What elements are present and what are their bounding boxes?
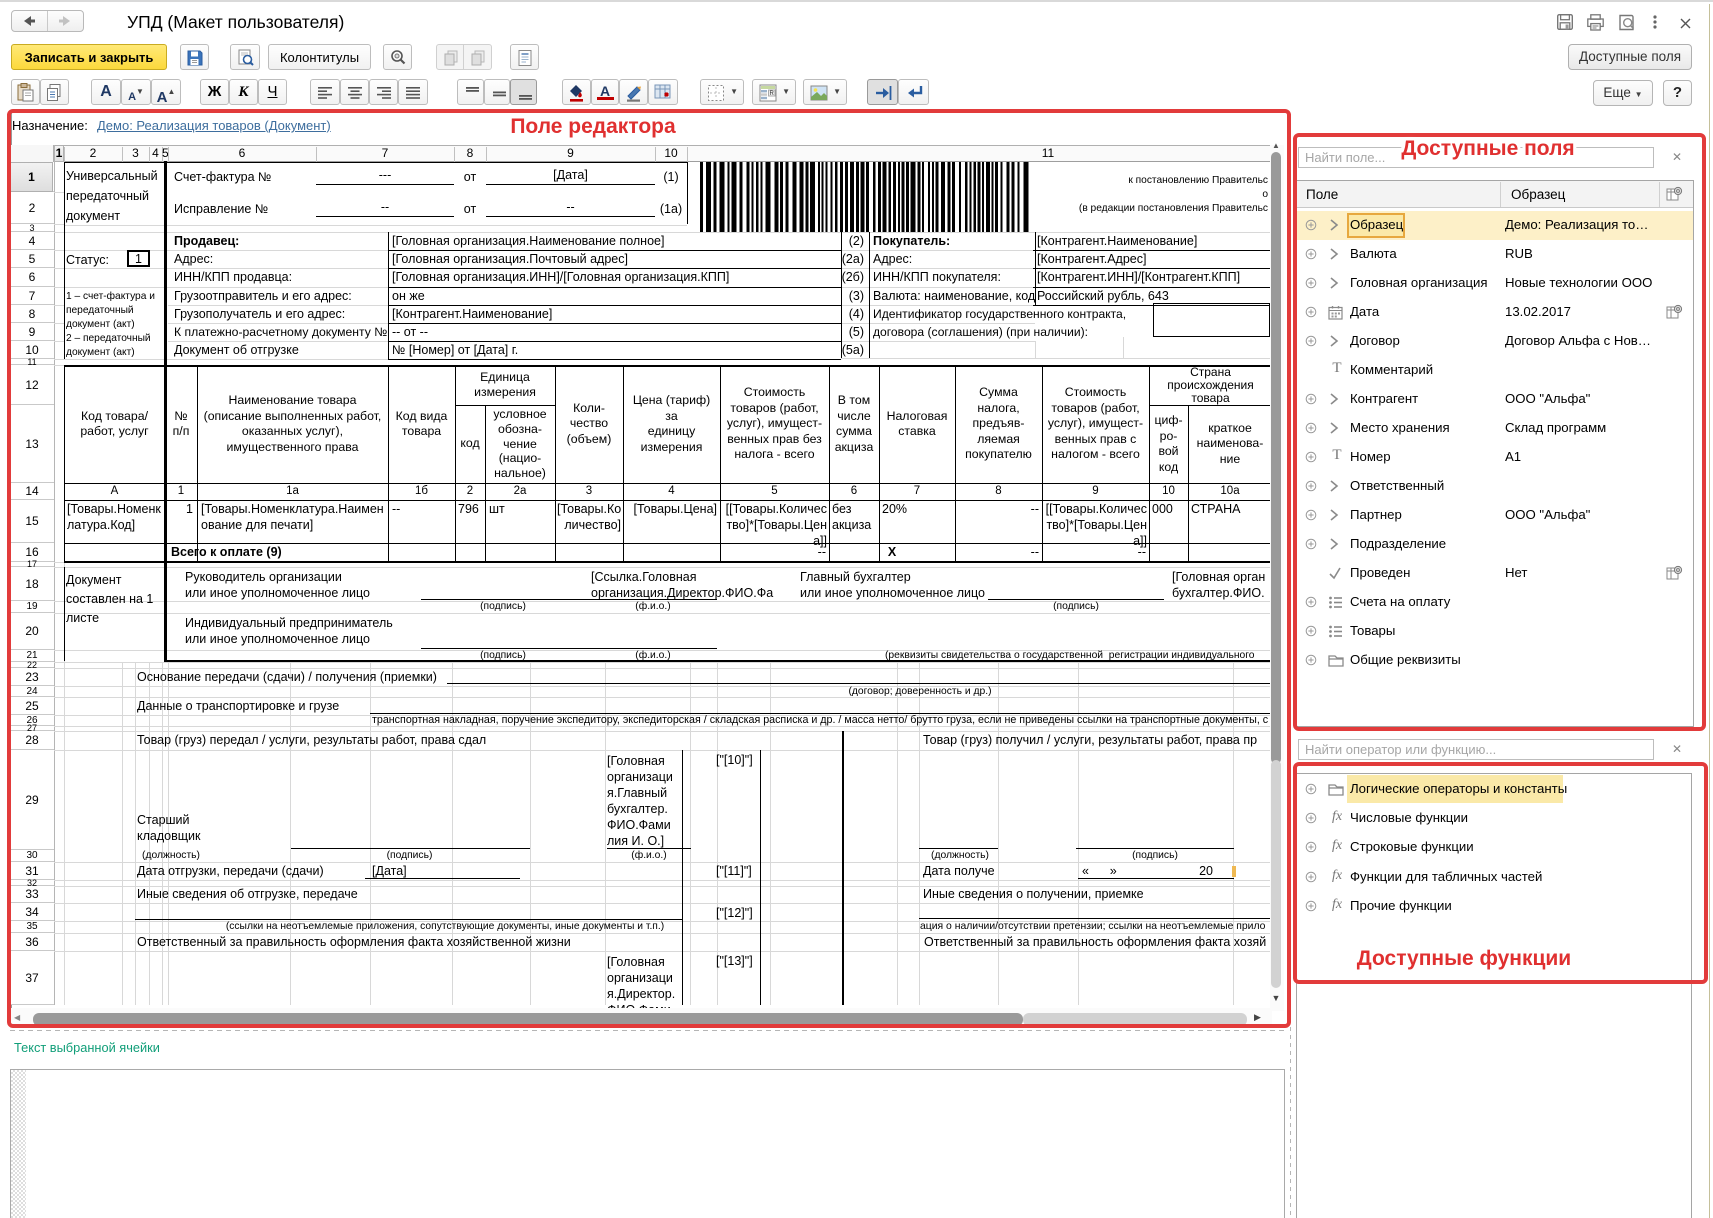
svg-text:R: R [770, 91, 775, 97]
